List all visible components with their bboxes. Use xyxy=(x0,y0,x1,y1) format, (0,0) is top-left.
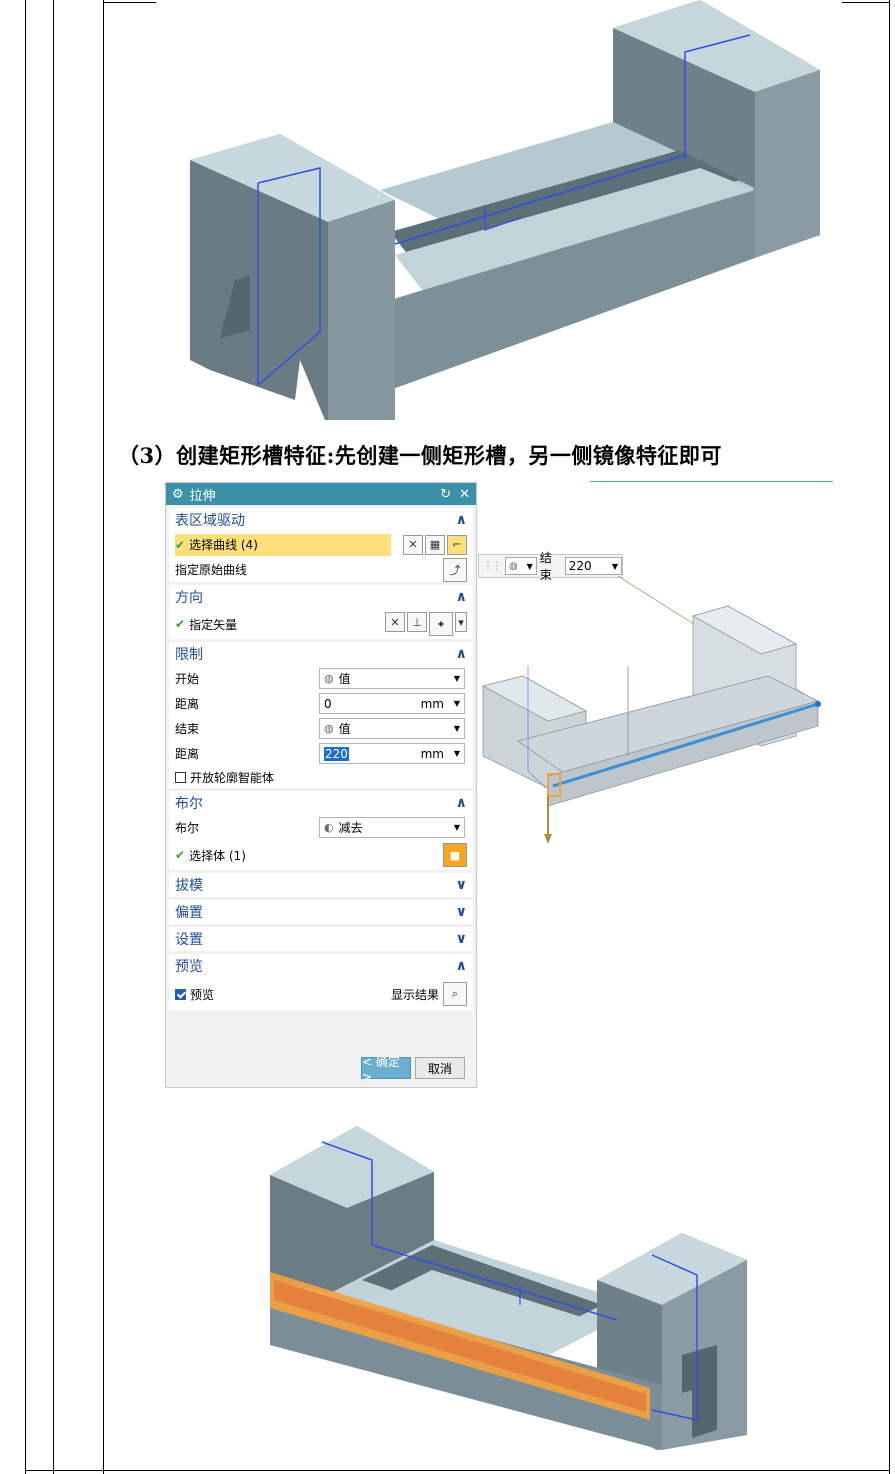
boolean-select[interactable]: ◐ 减去 ▼ xyxy=(319,817,465,838)
chevron-down-icon: ▼ xyxy=(453,749,460,758)
end-type-select[interactable]: ◍ ▼ xyxy=(505,557,537,575)
section-header-settings[interactable]: 设置 ∨ xyxy=(169,927,473,951)
value-icon: ◍ xyxy=(324,672,334,685)
section-limits: 限制 ∧ 开始 ◍ 值 ▼ 距离 0 mm ▼ 结束 ◍ 值 ▼ 距离 220 … xyxy=(169,642,473,788)
solid-body-icon[interactable]: ■ xyxy=(443,843,467,867)
chevron-down-icon[interactable]: ▾ xyxy=(455,612,467,632)
model-figure-top xyxy=(190,0,820,420)
floating-end-toolbar: ⋮⋮ ◍ ▼ 结束 220 ▼ xyxy=(478,551,623,582)
start-row: 开始 ◍ 值 ▼ xyxy=(169,666,473,691)
extrude-dialog: ⚙ 拉伸 ↻ ✕ 表区域驱动 ∧ ✔ 选择曲线 (4) ✕ ▦ ⌐ 指定原始曲线… xyxy=(165,482,477,1088)
subtract-icon: ◐ xyxy=(324,821,334,834)
close-icon[interactable]: ✕ xyxy=(459,487,470,502)
preview-row: 预览 显示结果 ⌕ xyxy=(169,978,473,1010)
chevron-down-icon: ▼ xyxy=(453,724,460,733)
distance1-input[interactable]: 0 mm ▼ xyxy=(319,693,465,714)
section-header-surface[interactable]: 表区域驱动 ∧ xyxy=(169,508,473,532)
drag-handle-icon[interactable]: ⋮⋮ xyxy=(483,561,502,572)
curve-tool-buttons: ✕ ▦ ⌐ xyxy=(403,534,467,555)
select-curve-row[interactable]: ✔ 选择曲线 (4) ✕ ▦ ⌐ xyxy=(169,532,473,557)
gear-icon[interactable]: ⚙ xyxy=(172,487,184,502)
specify-curve-row[interactable]: 指定原始曲线 ⤴ xyxy=(169,557,473,582)
preview-checkbox[interactable] xyxy=(175,988,186,1000)
chevron-down-icon: ▼ xyxy=(526,561,533,571)
chevron-up-icon[interactable]: ∧ xyxy=(456,958,467,974)
section-surface-drive: 表区域驱动 ∧ ✔ 选择曲线 (4) ✕ ▦ ⌐ 指定原始曲线 ⤴ xyxy=(169,508,473,582)
open-profile-row[interactable]: 开放轮廓智能体 xyxy=(169,766,473,788)
model-figure-preview xyxy=(481,576,821,844)
section-header-boolean[interactable]: 布尔 ∧ xyxy=(169,791,473,815)
chevron-down-icon: ▼ xyxy=(453,823,460,832)
chevron-down-icon: ▼ xyxy=(611,561,618,571)
section-header-limits[interactable]: 限制 ∧ xyxy=(169,642,473,666)
section-header-draft[interactable]: 拔模 ∨ xyxy=(169,873,473,897)
chevron-up-icon[interactable]: ∧ xyxy=(456,512,467,528)
chevron-down-icon[interactable]: ∨ xyxy=(456,877,467,893)
section-boolean: 布尔 ∧ 布尔 ◐ 减去 ▼ ✔ 选择体 (1) ■ xyxy=(169,791,473,870)
distance2-input[interactable]: 220 mm ▼ xyxy=(319,743,465,764)
caption-underline xyxy=(590,481,833,482)
cross-select-icon[interactable]: ✕ xyxy=(403,534,423,555)
chevron-down-icon[interactable]: ∨ xyxy=(456,931,467,947)
reverse-direction-icon[interactable]: ✕ xyxy=(385,612,405,632)
chevron-down-icon[interactable]: ∨ xyxy=(456,904,467,920)
vector-icon[interactable]: ⊥ xyxy=(407,612,427,632)
chevron-up-icon[interactable]: ∧ xyxy=(456,646,467,662)
chevron-up-icon[interactable]: ∧ xyxy=(456,589,467,605)
distance1-row: 距离 0 mm ▼ xyxy=(169,691,473,716)
step-caption: （3）创建矩形槽特征:先创建一侧矩形槽，另一侧镜像特征即可 xyxy=(118,443,722,468)
curve-pick-icon[interactable]: ⤴ xyxy=(443,557,467,582)
reset-icon[interactable]: ↻ xyxy=(440,487,451,502)
check-icon: ✔ xyxy=(175,537,186,552)
section-settings: 设置 ∨ xyxy=(169,927,473,951)
table-border-col2 xyxy=(103,0,104,1474)
dialog-title-bar: ⚙ 拉伸 ↻ ✕ xyxy=(166,483,476,505)
start-select[interactable]: ◍ 值 ▼ xyxy=(319,668,465,689)
end-value-input[interactable]: 220 ▼ xyxy=(564,557,622,575)
table-border-col1 xyxy=(53,0,54,1474)
ok-button[interactable]: < 确定 > xyxy=(361,1055,411,1084)
section-draft: 拔模 ∨ xyxy=(169,873,473,897)
section-header-preview[interactable]: 预览 ∧ xyxy=(169,954,473,978)
boolean-row: 布尔 ◐ 减去 ▼ xyxy=(169,815,473,840)
table-border-top-right xyxy=(842,2,889,3)
dialog-button-bar: < 确定 > 取消 xyxy=(166,1049,476,1087)
model-figure-result xyxy=(270,1126,747,1450)
chevron-up-icon[interactable]: ∧ xyxy=(456,795,467,811)
table-border-bottom xyxy=(25,1470,890,1471)
chevron-down-icon: ▼ xyxy=(453,674,460,683)
value-icon: ◍ xyxy=(509,560,518,572)
check-icon: ✔ xyxy=(175,617,186,631)
sketch-icon[interactable]: ▦ xyxy=(425,534,445,555)
vector-dropdown-icon[interactable]: ✦ xyxy=(429,612,453,636)
curve-select-icon[interactable]: ⌐ xyxy=(447,534,467,555)
section-header-offset[interactable]: 偏置 ∨ xyxy=(169,900,473,924)
magnifier-icon[interactable]: ⌕ xyxy=(443,982,467,1006)
end-row: 结束 ◍ 值 ▼ xyxy=(169,716,473,741)
value-icon: ◍ xyxy=(324,722,334,735)
select-body-row[interactable]: ✔ 选择体 (1) ■ xyxy=(169,840,473,870)
specify-vector-row[interactable]: ✔ 指定矢量 ✕ ⊥ ✦ ▾ xyxy=(169,609,473,639)
section-offset: 偏置 ∨ xyxy=(169,900,473,924)
table-border-right xyxy=(889,0,890,1474)
section-preview: 预览 ∧ 预览 显示结果 ⌕ xyxy=(169,954,473,1010)
dialog-title: 拉伸 xyxy=(189,488,216,504)
table-border-top-left xyxy=(104,2,156,3)
section-direction: 方向 ∧ ✔ 指定矢量 ✕ ⊥ ✦ ▾ xyxy=(169,585,473,639)
check-icon: ✔ xyxy=(175,848,186,862)
section-header-direction[interactable]: 方向 ∧ xyxy=(169,585,473,609)
open-profile-checkbox[interactable] xyxy=(175,771,186,783)
end-select[interactable]: ◍ 值 ▼ xyxy=(319,718,465,739)
chevron-down-icon: ▼ xyxy=(453,699,460,708)
distance2-row: 距离 220 mm ▼ xyxy=(169,741,473,766)
cancel-button[interactable]: 取消 xyxy=(415,1057,465,1079)
table-border-left xyxy=(25,0,26,1474)
